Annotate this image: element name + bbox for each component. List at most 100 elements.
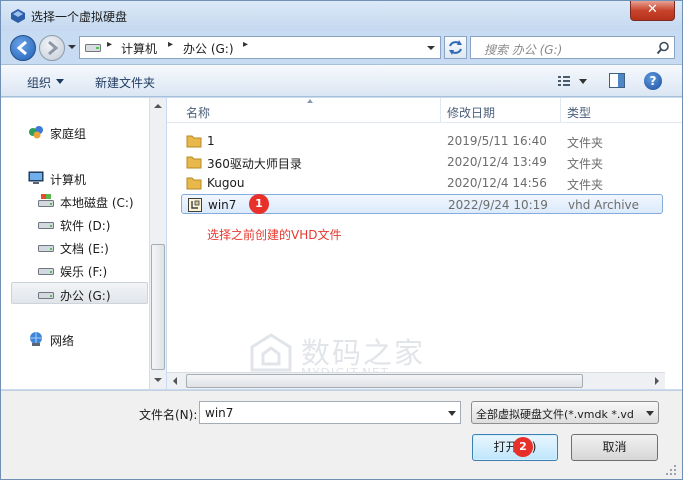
virtualbox-icon [11,9,25,23]
dialog-footer: 文件名(N): win7 全部虚拟硬盘文件(*.vmdk *.vd 打开(O) … [1,390,682,479]
preview-pane-icon[interactable] [609,73,625,88]
step-badge-1: 1 [249,194,269,214]
cancel-button[interactable]: 取消 [571,434,658,461]
dialog-window: 选择一个虚拟硬盘 ✕ ▸ 计算机 ▸ 办公 (G:) ▸ 搜索 办公 (G:) … [0,0,683,480]
drive-icon [38,292,54,299]
breadcrumb-drive-g[interactable]: 办公 (G:) [183,40,234,57]
annotation-text: 选择之前创建的VHD文件 [207,228,342,242]
nav-item-label: 文档 (E:) [60,242,109,256]
search-input[interactable]: 搜索 办公 (G:) [470,36,675,59]
table-row[interactable]: Kugou 2020/12/4 14:56 文件夹 [181,173,663,193]
scroll-up-icon[interactable] [154,104,162,108]
filename-chevron-down-icon[interactable] [448,411,456,416]
recent-pages-chevron-down-icon[interactable] [67,42,77,52]
file-name: 1 [207,134,215,148]
nav-item-computer[interactable]: 计算机 [28,167,138,189]
scroll-down-icon[interactable] [154,378,162,382]
network-icon [30,332,42,346]
column-header-row: 名称 修改日期 类型 [167,98,682,123]
column-header-type[interactable]: 类型 [567,104,591,121]
window-title: 选择一个虚拟硬盘 [31,10,128,24]
sort-ascending-icon [307,99,313,103]
step-badge-2: 2 [513,437,533,457]
nav-item-network[interactable]: 网络 [28,328,138,350]
nav-item-label: 软件 (D:) [60,219,111,233]
title-bar[interactable]: 选择一个虚拟硬盘 ✕ [1,1,682,31]
column-header-name[interactable]: 名称 [186,104,210,121]
nav-item-drive-d[interactable]: 软件 (D:) [38,213,148,235]
resize-grip-icon[interactable] [665,464,677,476]
nav-item-label: 娱乐 (F:) [60,265,108,279]
drive-icon [38,222,54,229]
navigation-vertical-scrollbar[interactable] [149,98,166,389]
watermark-logo-icon [250,333,292,372]
file-type-filter-value: 全部虚拟硬盘文件(*.vmdk *.vd [476,408,634,421]
drive-icon [85,44,101,52]
view-options-icon[interactable] [557,74,571,88]
file-name: win7 [208,198,237,212]
organize-chevron-down-icon[interactable] [56,79,64,84]
table-row[interactable]: 1 2019/5/11 16:40 文件夹 [181,131,663,151]
column-header-modified[interactable]: 修改日期 [447,104,495,121]
breadcrumb-separator-icon[interactable]: ▸ [243,39,248,50]
arrow-left-icon [16,40,27,56]
filename-combobox[interactable]: win7 [199,401,461,424]
breadcrumb-computer[interactable]: 计算机 [121,40,157,57]
breadcrumb-separator-icon[interactable]: ▸ [168,39,173,50]
address-bar[interactable]: ▸ 计算机 ▸ 办公 (G:) ▸ [79,36,441,59]
filename-value[interactable]: win7 [205,406,233,420]
file-modified: 2020/12/4 13:49 [447,155,547,169]
folder-icon [186,156,202,169]
file-list: 名称 修改日期 类型 1 2019/5/11 16:40 文件夹 360驱动大师… [167,98,682,389]
file-name: Kugou [207,176,245,190]
scroll-thumb[interactable] [151,244,165,370]
file-type: 文件夹 [567,136,604,150]
back-button[interactable] [10,35,36,61]
nav-item-drive-g[interactable]: 办公 (G:) [11,282,148,304]
file-modified: 2022/9/24 10:19 [448,198,548,212]
file-type-filter-select[interactable]: 全部虚拟硬盘文件(*.vmdk *.vd [471,401,659,424]
nav-item-label: 本地磁盘 (C:) [60,196,134,210]
filter-chevron-down-icon[interactable] [646,411,654,416]
nav-item-label: 计算机 [50,173,87,187]
nav-item-drive-f[interactable]: 娱乐 (F:) [38,259,148,281]
nav-item-drive-e[interactable]: 文档 (E:) [38,236,148,258]
column-divider[interactable] [560,98,561,123]
scroll-left-icon[interactable] [173,377,177,385]
vhd-file-icon [188,198,202,212]
scroll-thumb[interactable] [186,374,583,388]
refresh-button[interactable] [444,36,467,59]
drive-icon [38,245,54,252]
file-type: 文件夹 [567,157,604,171]
search-placeholder: 搜索 办公 (G:) [484,43,563,57]
nav-item-label: 家庭组 [50,127,87,141]
close-button[interactable]: ✕ [630,1,675,21]
scroll-right-icon[interactable] [655,377,659,385]
table-row[interactable]: 360驱动大师目录 2020/12/4 13:49 文件夹 [181,152,663,172]
navigation-pane: 家庭组 计算机 本地磁盘 (C:) 软件 (D:) 文档 (E:) 娱乐 (F:… [1,98,166,389]
nav-item-label: 办公 (G:) [60,289,111,303]
homegroup-icon [29,126,43,139]
search-icon[interactable] [656,41,670,55]
file-list-horizontal-scrollbar[interactable] [167,372,665,389]
nav-item-drive-c[interactable]: 本地磁盘 (C:) [38,190,148,212]
refresh-icon [449,40,462,55]
forward-button[interactable] [39,35,65,61]
column-divider[interactable] [440,98,441,123]
command-toolbar: 组织 新建文件夹 ? [1,64,682,97]
folder-icon [186,135,202,148]
nav-item-homegroup[interactable]: 家庭组 [28,121,138,143]
view-chevron-down-icon[interactable] [579,79,587,84]
new-folder-button[interactable]: 新建文件夹 [95,74,155,91]
breadcrumb-separator-icon[interactable]: ▸ [107,39,112,50]
file-modified: 2019/5/11 16:40 [447,134,547,148]
organize-button[interactable]: 组织 [27,74,51,91]
file-type: 文件夹 [567,178,604,192]
system-drive-icon [38,194,54,207]
file-name: 360驱动大师目录 [207,157,302,171]
address-row: ▸ 计算机 ▸ 办公 (G:) ▸ 搜索 办公 (G:) [1,31,682,63]
help-button[interactable]: ? [644,72,662,90]
address-history-chevron-down-icon[interactable] [425,41,437,55]
nav-item-label: 网络 [50,334,75,348]
drive-icon [38,268,54,275]
